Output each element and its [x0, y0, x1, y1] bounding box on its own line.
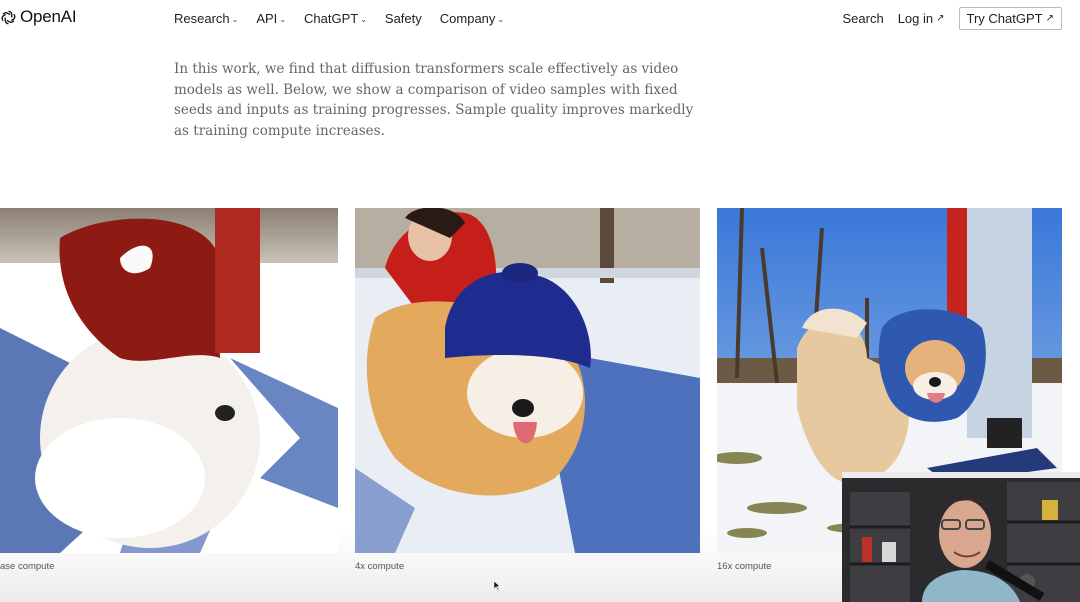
video-frame: [0, 208, 338, 553]
nav-item-label: Safety: [384, 11, 422, 26]
nav-item-chatgpt[interactable]: ChatGPT ⌄: [304, 11, 367, 26]
login-link[interactable]: Log in ↗: [898, 11, 945, 26]
chevron-down-icon: ⌄: [497, 15, 505, 24]
top-navigation: OpenAI Research ⌄ API ⌄ ChatGPT ⌄ Safety…: [0, 0, 1080, 36]
nav-item-label: ChatGPT: [304, 11, 359, 26]
mouse-cursor-icon: [494, 581, 501, 591]
video-caption: ase compute: [0, 561, 55, 572]
nav-item-label: Research: [174, 11, 230, 26]
nav-item-label: API: [256, 11, 278, 26]
login-label: Log in: [897, 11, 934, 26]
brand-name: OpenAI: [20, 7, 77, 26]
nav-item-safety[interactable]: Safety: [385, 11, 422, 26]
nav-right: Search Log in ↗ Try ChatGPT ↗: [843, 7, 1062, 30]
try-chatgpt-label: Try ChatGPT: [966, 11, 1043, 26]
nav-item-research[interactable]: Research ⌄: [174, 11, 238, 26]
home-logo-link[interactable]: OpenAI: [0, 7, 77, 27]
chevron-down-icon: ⌄: [360, 15, 367, 24]
intro-paragraph: In this work, we find that diffusion tra…: [174, 61, 694, 139]
external-arrow-icon: ↗: [936, 13, 945, 24]
try-chatgpt-button[interactable]: Try ChatGPT ↗: [958, 7, 1062, 30]
chevron-down-icon: ⌄: [279, 15, 287, 24]
video-caption: 16x compute: [717, 561, 772, 572]
nav-item-label: Company: [439, 11, 496, 26]
video-sample-4x-compute[interactable]: [355, 208, 700, 553]
search-link[interactable]: Search: [843, 11, 884, 26]
presenter-video: [842, 472, 1080, 602]
main-menu: Research ⌄ API ⌄ ChatGPT ⌄ Safety Compan…: [174, 11, 504, 26]
webcam-overlay: [842, 472, 1080, 602]
video-caption: 4x compute: [355, 561, 405, 572]
video-frame: [355, 208, 700, 553]
page: OpenAI Research ⌄ API ⌄ ChatGPT ⌄ Safety…: [0, 0, 1080, 602]
nav-item-api[interactable]: API ⌄: [256, 11, 286, 26]
nav-item-company[interactable]: Company ⌄: [440, 11, 504, 26]
video-sample-base-compute[interactable]: [0, 208, 338, 553]
external-arrow-icon: ↗: [1045, 13, 1054, 24]
chevron-down-icon: ⌄: [231, 15, 239, 24]
openai-logo-icon: [1, 10, 16, 24]
